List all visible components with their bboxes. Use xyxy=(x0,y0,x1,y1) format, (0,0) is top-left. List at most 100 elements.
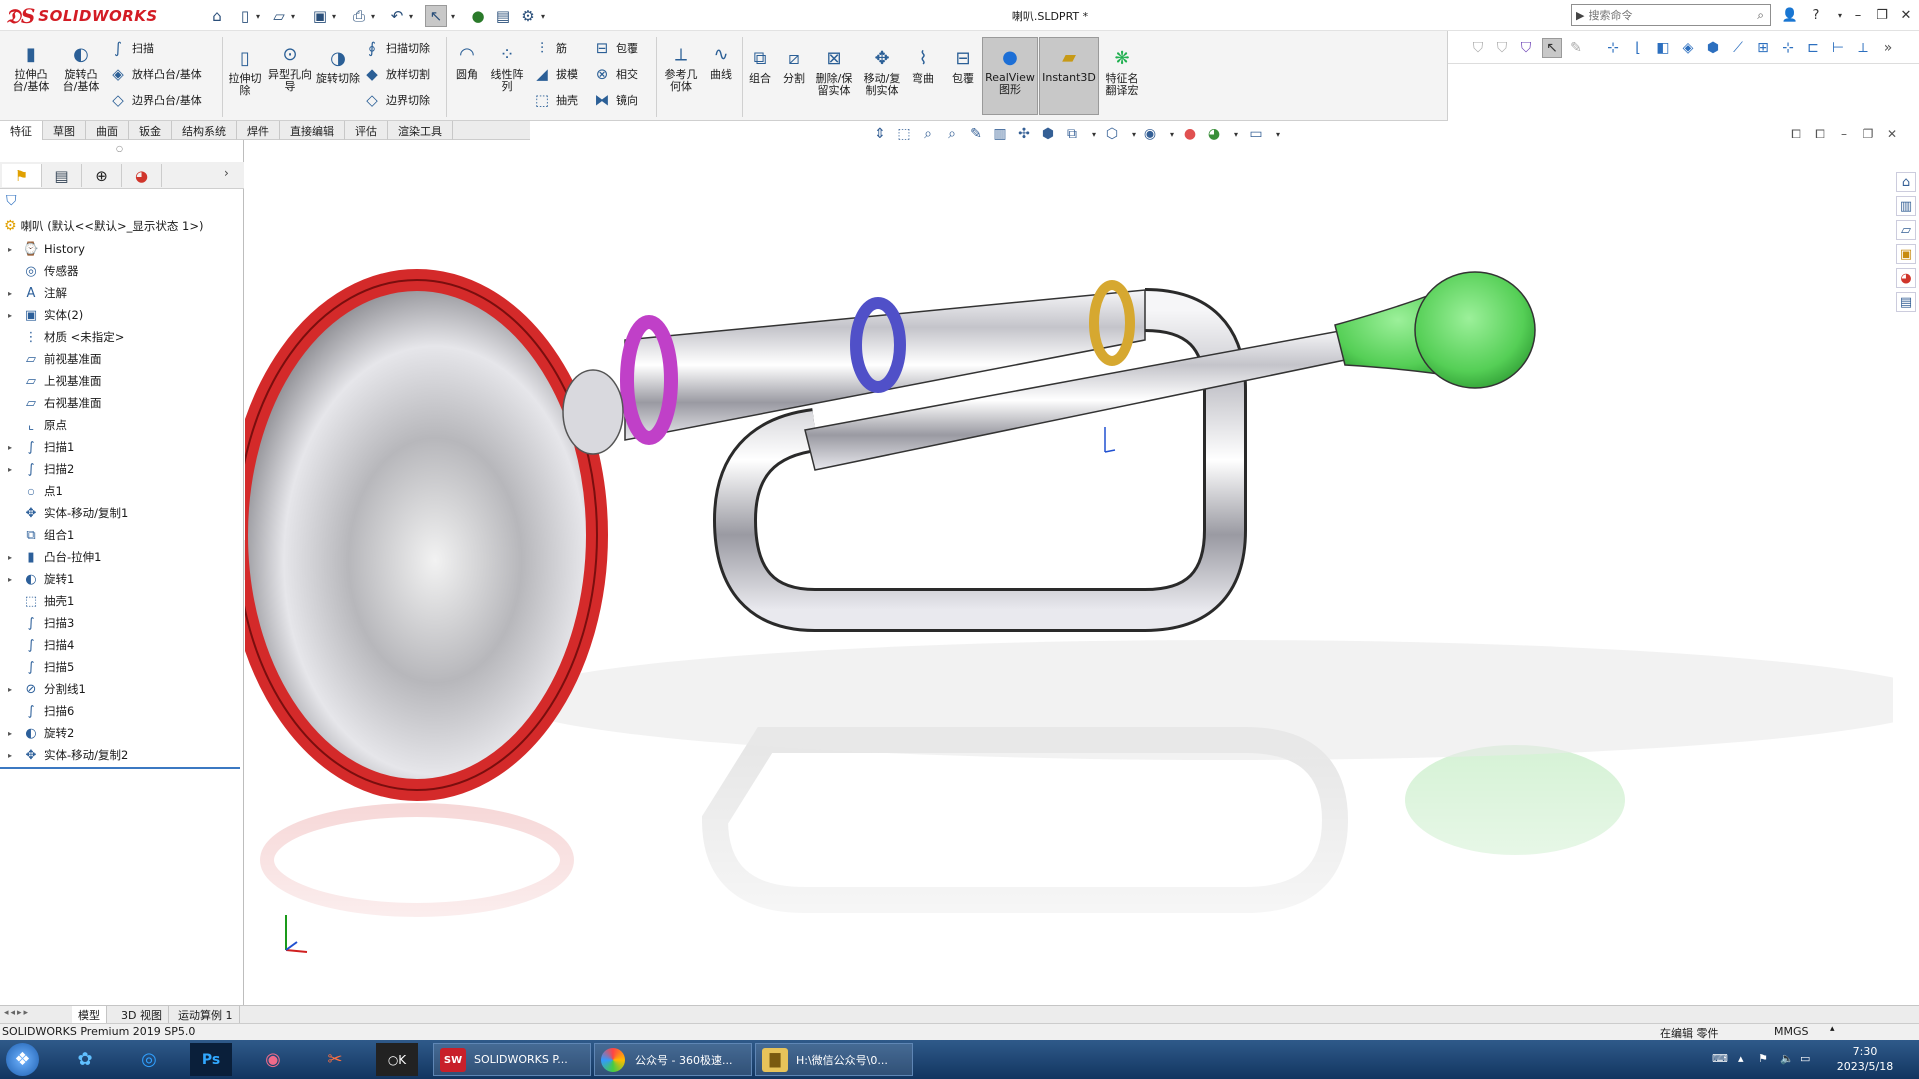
resources-home-icon[interactable]: ⌂ xyxy=(1896,172,1916,192)
loft-boss-button[interactable]: ◈ 放样凸台/基体 xyxy=(108,63,202,85)
app-ok-icon[interactable]: ○K xyxy=(376,1043,418,1076)
tab-sheet-metal[interactable]: 钣金 xyxy=(129,121,172,140)
sweep-cut-button[interactable]: ∮ 扫描切除 xyxy=(362,37,430,59)
instant3d-button[interactable]: ▰ Instant3D xyxy=(1039,37,1099,115)
filter-sketch-icon[interactable]: ⊏ xyxy=(1803,38,1823,58)
options-gear-icon[interactable]: ⚙ xyxy=(517,5,539,27)
tree-item-material[interactable]: ⋮ 材质 <未指定> xyxy=(0,326,244,348)
file-properties-icon[interactable]: ▤ xyxy=(492,5,514,27)
tab-weldments[interactable]: 焊件 xyxy=(237,121,280,140)
chevron-down-icon[interactable]: ▾ xyxy=(451,9,459,23)
tray-expand-icon[interactable]: ▴ xyxy=(1738,1052,1744,1065)
tree-item-origin[interactable]: ⌞ 原点 xyxy=(0,414,244,436)
filter-faces-icon[interactable]: ◧ xyxy=(1653,38,1673,58)
print-icon[interactable]: ⎙ xyxy=(348,5,370,27)
tree-item-point1[interactable]: ○ 点1 xyxy=(0,480,244,502)
filter-surfaces-icon[interactable]: ◈ xyxy=(1678,38,1698,58)
draft-button[interactable]: ◢ 拔模 xyxy=(532,63,578,85)
split-button[interactable]: ⧄ 分割 xyxy=(778,47,810,85)
tree-item-top-plane[interactable]: ▱ 上视基准面 xyxy=(0,370,244,392)
solidworks-logo[interactable]: 𝔇S SOLIDWORKS xyxy=(6,3,157,29)
tree-item-body-move-copy2[interactable]: ▸ ✥ 实体-移动/复制2 xyxy=(0,744,244,766)
reference-geometry-button[interactable]: ⟂ 参考几何体 xyxy=(660,43,702,93)
tab-3d-view[interactable]: 3D 视图 xyxy=(115,1006,169,1024)
tab-structure-system[interactable]: 结构系统 xyxy=(172,121,237,140)
tab-evaluate[interactable]: 评估 xyxy=(345,121,388,140)
tree-item-right-plane[interactable]: ▱ 右视基准面 xyxy=(0,392,244,414)
chevron-down-icon[interactable]: ▾ xyxy=(332,9,340,23)
minimize-icon[interactable]: – xyxy=(1846,4,1870,26)
delete-body-button[interactable]: ⊠ 删除/保留实体 xyxy=(812,47,856,97)
new-document-icon[interactable]: ▯ xyxy=(234,5,256,27)
search-input[interactable] xyxy=(1588,8,1719,22)
property-manager-tab-icon[interactable]: ▤ xyxy=(42,164,82,187)
open-folder-icon[interactable]: ▱ xyxy=(268,5,290,27)
curves-button[interactable]: ∿ 曲线 xyxy=(704,43,738,81)
photoshop-icon[interactable]: Ps xyxy=(190,1043,232,1076)
close-icon[interactable]: ✕ xyxy=(1894,4,1918,26)
filter-vertices-icon[interactable]: ⊹ xyxy=(1603,38,1623,58)
feature-tree-tab-icon[interactable]: ⚑ xyxy=(2,164,42,187)
app-360-icon[interactable]: ✿ xyxy=(64,1043,106,1076)
feature-translate-macro-button[interactable]: ❋ 特征名翻译宏 xyxy=(1102,47,1142,97)
filter-points-icon[interactable]: ⊹ xyxy=(1778,38,1798,58)
tree-item-sweep6[interactable]: ∫ 扫描6 xyxy=(0,700,244,722)
tab-render-tools[interactable]: 渲染工具 xyxy=(388,121,453,140)
taskbar-folder-window[interactable]: ▇ H:\微信公众号\0... xyxy=(755,1043,913,1076)
trumpet-model[interactable] xyxy=(245,140,1893,1005)
filter-toolbar-icon[interactable]: ⛉ xyxy=(1516,38,1536,58)
tree-item-sweep2[interactable]: ▸ ∫ 扫描2 xyxy=(0,458,244,480)
select-pointer-icon[interactable]: ↖ xyxy=(1542,38,1562,58)
tree-item-body-move-copy1[interactable]: ✥ 实体-移动/复制1 xyxy=(0,502,244,524)
tree-root[interactable]: ⚙ 喇叭 (默认<<默认>_显示状态 1>) xyxy=(4,216,203,236)
flex-button[interactable]: ⌇ 弯曲 xyxy=(908,47,938,85)
rib-button[interactable]: ⫶ 筋 xyxy=(532,37,567,59)
filter-planes-icon[interactable]: ⊞ xyxy=(1753,38,1773,58)
browser-ie-icon[interactable]: ◎ xyxy=(128,1043,170,1076)
tree-item-sweep5[interactable]: ∫ 扫描5 xyxy=(0,656,244,678)
loft-cut-button[interactable]: ◆ 放样切割 xyxy=(362,63,430,85)
app-cup-icon[interactable]: ◉ xyxy=(252,1043,294,1076)
appearances-icon[interactable]: ◕ xyxy=(1896,268,1916,288)
extrude-boss-button[interactable]: ▮ 拉伸凸台/基体 xyxy=(8,43,54,93)
wrap-button[interactable]: ⊟ 包覆 xyxy=(592,37,638,59)
tab-model[interactable]: 模型 xyxy=(72,1006,107,1024)
tab-scroll-arrows-icon[interactable]: ◂◂▸▸ xyxy=(4,1008,30,1018)
file-explorer-icon[interactable]: ▱ xyxy=(1896,220,1916,240)
save-icon[interactable]: ▣ xyxy=(309,5,331,27)
system-clock[interactable]: 7:30 2023/5/18 xyxy=(1810,1044,1919,1074)
chevron-down-icon[interactable]: ▾ xyxy=(256,9,264,23)
chevron-down-icon[interactable]: ▾ xyxy=(371,9,379,23)
screenshot-tool-icon[interactable]: ✂ xyxy=(314,1043,356,1076)
tree-item-combine1[interactable]: ⧉ 组合1 xyxy=(0,524,244,546)
filter-axes-icon[interactable]: ⟋ xyxy=(1728,38,1748,58)
taskbar-browser-window[interactable]: 公众号 - 360极速... xyxy=(594,1043,752,1076)
tree-item-history[interactable]: ▸ ⌚ History xyxy=(0,238,244,260)
tab-direct-editing[interactable]: 直接编辑 xyxy=(280,121,345,140)
tab-features[interactable]: 特征 xyxy=(0,121,43,140)
green-bulb[interactable] xyxy=(1414,271,1536,389)
view-palette-icon[interactable]: ▣ xyxy=(1896,244,1916,264)
tree-item-front-plane[interactable]: ▱ 前视基准面 xyxy=(0,348,244,370)
filter-dimensions-icon[interactable]: ⊢ xyxy=(1828,38,1848,58)
network-icon[interactable]: ▭ xyxy=(1800,1052,1810,1065)
shell-button[interactable]: ⬚ 抽壳 xyxy=(532,89,578,111)
rebuild-icon[interactable]: ● xyxy=(467,5,489,27)
tree-item-revolve2[interactable]: ▸ ◐ 旋转2 xyxy=(0,722,244,744)
intersect-button[interactable]: ⊗ 相交 xyxy=(592,63,638,85)
tree-item-sweep1[interactable]: ▸ ∫ 扫描1 xyxy=(0,436,244,458)
volume-icon[interactable]: 🔈 xyxy=(1780,1052,1794,1065)
combine-button[interactable]: ⧉ 组合 xyxy=(744,47,776,85)
chevron-down-icon[interactable]: ▾ xyxy=(409,9,417,23)
fillet-button[interactable]: ◠ 圆角 xyxy=(450,43,484,81)
selection-pin-icon[interactable]: ✎ xyxy=(1566,38,1586,58)
boundary-boss-button[interactable]: ◇ 边界凸台/基体 xyxy=(108,89,202,111)
tree-item-annotations[interactable]: ▸ A 注解 xyxy=(0,282,244,304)
keyboard-icon[interactable]: ⌨ xyxy=(1712,1052,1728,1065)
linear-pattern-button[interactable]: ⁘ 线性阵列 xyxy=(486,43,528,93)
search-icon[interactable]: ⌕ xyxy=(1757,8,1764,23)
undo-icon[interactable]: ↶ xyxy=(386,5,408,27)
tree-item-revolve1[interactable]: ▸ ◐ 旋转1 xyxy=(0,568,244,590)
wrap-large-button[interactable]: ⊟ 包覆 xyxy=(948,47,978,85)
graphics-area[interactable] xyxy=(245,140,1893,1005)
